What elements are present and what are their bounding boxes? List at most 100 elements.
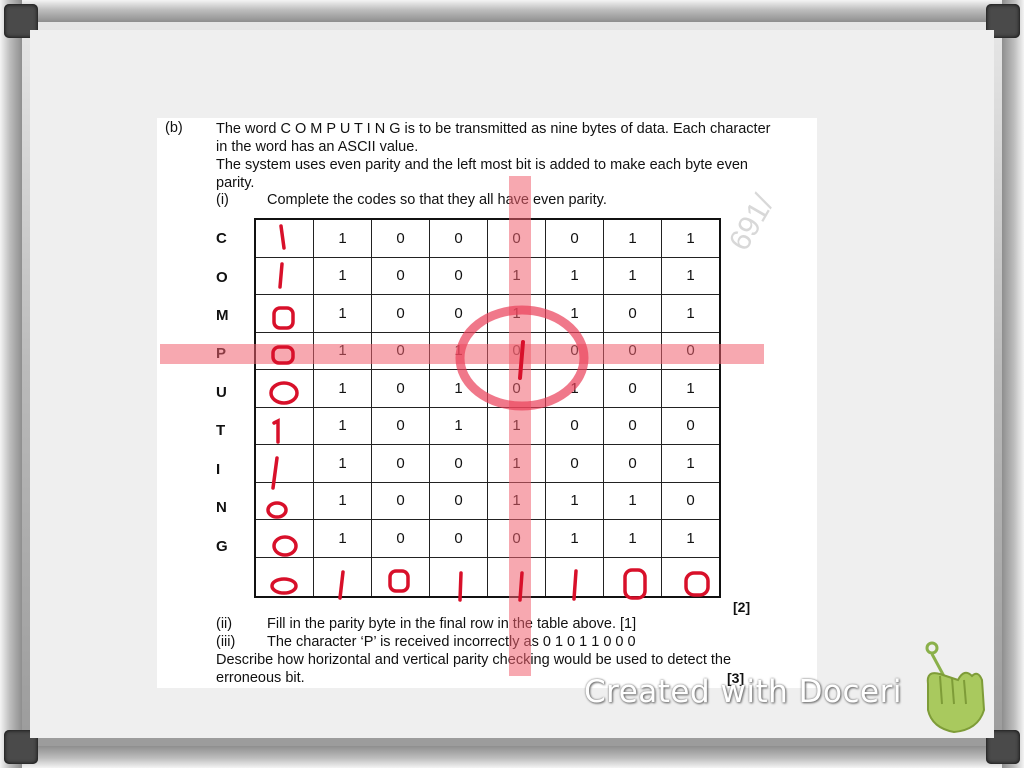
bit-cell: 1 (313, 481, 372, 520)
table-row: 1 0 1 0 0 0 0 (254, 331, 721, 370)
bit-cell: 1 (545, 294, 604, 333)
intro-line: The system uses even parity and the left… (216, 157, 748, 173)
intro-line: The word C O M P U T I N G is to be tran… (216, 121, 771, 137)
bit-cell: 1 (661, 519, 721, 558)
doceri-hand-icon (925, 641, 986, 734)
describe-text-2: erroneous bit. (216, 670, 305, 686)
bit-cell: 0 (603, 444, 662, 483)
table-row: 1 0 0 0 0 1 1 (254, 218, 721, 258)
bit-cell: 1 (603, 256, 662, 295)
intro-line: parity. (216, 175, 255, 191)
bit-cell: 0 (545, 406, 604, 445)
bit-cell: 0 (371, 294, 430, 333)
bit-cell: 0 (371, 256, 430, 295)
frame-right-rail (1002, 0, 1024, 768)
bit-cell: 0 (371, 331, 430, 370)
parity-byte-cell[interactable] (371, 556, 430, 597)
bit-cell: 0 (487, 331, 546, 370)
bit-cell: 1 (661, 294, 721, 333)
bit-cell: 1 (603, 218, 662, 258)
bit-cell: 1 (313, 294, 372, 333)
bit-cell: 1 (661, 444, 721, 483)
parity-byte-cell[interactable] (313, 556, 372, 597)
row-label-t: T (216, 422, 226, 439)
bit-cell: 0 (487, 519, 546, 558)
subpart-iii-label: (iii) (216, 634, 236, 650)
bit-cell: 1 (487, 406, 546, 445)
bit-cell: 1 (603, 481, 662, 520)
parity-byte-cell[interactable] (254, 556, 314, 597)
table-row: 1 0 1 1 0 0 0 (254, 406, 721, 445)
row-label-m: M (216, 307, 229, 324)
row-label-n: N (216, 499, 227, 516)
bit-cell: 0 (371, 481, 430, 520)
row-label-o: O (216, 269, 228, 286)
bit-cell: 1 (313, 444, 372, 483)
bit-cell: 0 (487, 369, 546, 408)
parity-byte-cell[interactable] (429, 556, 488, 597)
bit-cell: 1 (545, 481, 604, 520)
bit-cell: 1 (545, 369, 604, 408)
bit-cell: 1 (487, 481, 546, 520)
exam-question-page: (b) The word C O M P U T I N G is to be … (157, 118, 817, 688)
parity-cell[interactable] (254, 294, 314, 333)
bit-cell: 0 (545, 331, 604, 370)
parity-cell[interactable] (254, 406, 314, 445)
bit-cell: 1 (487, 256, 546, 295)
parity-cell[interactable] (254, 481, 314, 520)
parity-cell[interactable] (254, 218, 314, 258)
bit-cell: 1 (661, 256, 721, 295)
bit-cell: 1 (487, 294, 546, 333)
watermark: 691/ (722, 189, 781, 257)
bit-cell: 0 (661, 406, 721, 445)
table-row: 1 0 0 1 1 0 1 (254, 294, 721, 333)
bit-cell: 0 (661, 481, 721, 520)
bit-cell: 0 (545, 218, 604, 258)
row-label-c: C (216, 230, 227, 247)
parity-byte-cell[interactable] (603, 556, 662, 597)
bit-cell: 1 (313, 369, 372, 408)
bit-cell: 0 (603, 406, 662, 445)
parity-cell[interactable] (254, 519, 314, 558)
parity-byte-cell[interactable] (487, 556, 546, 597)
bit-cell: 1 (313, 331, 372, 370)
row-label-g: G (216, 538, 228, 555)
subpart-iii-text: The character ‘P’ is received incorrectl… (267, 634, 636, 650)
bit-cell: 0 (371, 218, 430, 258)
bit-cell: 1 (429, 406, 488, 445)
bit-cell: 1 (545, 519, 604, 558)
bit-cell: 0 (371, 519, 430, 558)
bit-cell: 0 (429, 294, 488, 333)
bit-cell: 0 (429, 481, 488, 520)
question-part-label: (b) (165, 120, 183, 136)
bit-cell: 1 (313, 256, 372, 295)
bit-cell: 0 (429, 444, 488, 483)
bit-cell: 0 (429, 218, 488, 258)
subpart-ii-text: Fill in the parity byte in the final row… (267, 616, 637, 632)
bit-cell: 0 (603, 369, 662, 408)
table-row: 1 0 1 0 1 0 1 (254, 369, 721, 408)
question-intro: The word C O M P U T I N G is to be tran… (216, 120, 816, 192)
parity-byte-row (254, 556, 721, 597)
bit-cell: 1 (603, 519, 662, 558)
bit-cell: 1 (545, 256, 604, 295)
parity-code-table: 1 0 0 0 0 1 1 1 0 0 1 1 1 1 1 0 0 1 1 0 … (254, 218, 721, 598)
doceri-watermark: Created with Doceri (584, 674, 902, 710)
intro-line: in the word has an ASCII value. (216, 139, 419, 155)
parity-byte-cell[interactable] (545, 556, 604, 597)
bit-cell: 1 (487, 444, 546, 483)
bit-cell: 0 (545, 444, 604, 483)
parity-cell[interactable] (254, 444, 314, 483)
bit-cell: 1 (661, 218, 721, 258)
parity-byte-cell[interactable] (661, 556, 721, 597)
parity-cell[interactable] (254, 369, 314, 408)
frame-left-rail (0, 0, 22, 768)
parity-cell[interactable] (254, 256, 314, 295)
subpart-i-label: (i) (216, 192, 229, 208)
bit-cell: 0 (661, 331, 721, 370)
table-row: 1 0 0 1 1 1 0 (254, 481, 721, 520)
bit-cell: 1 (429, 369, 488, 408)
parity-cell[interactable] (254, 331, 314, 370)
bit-cell: 0 (371, 406, 430, 445)
describe-text: Describe how horizontal and vertical par… (216, 652, 732, 668)
